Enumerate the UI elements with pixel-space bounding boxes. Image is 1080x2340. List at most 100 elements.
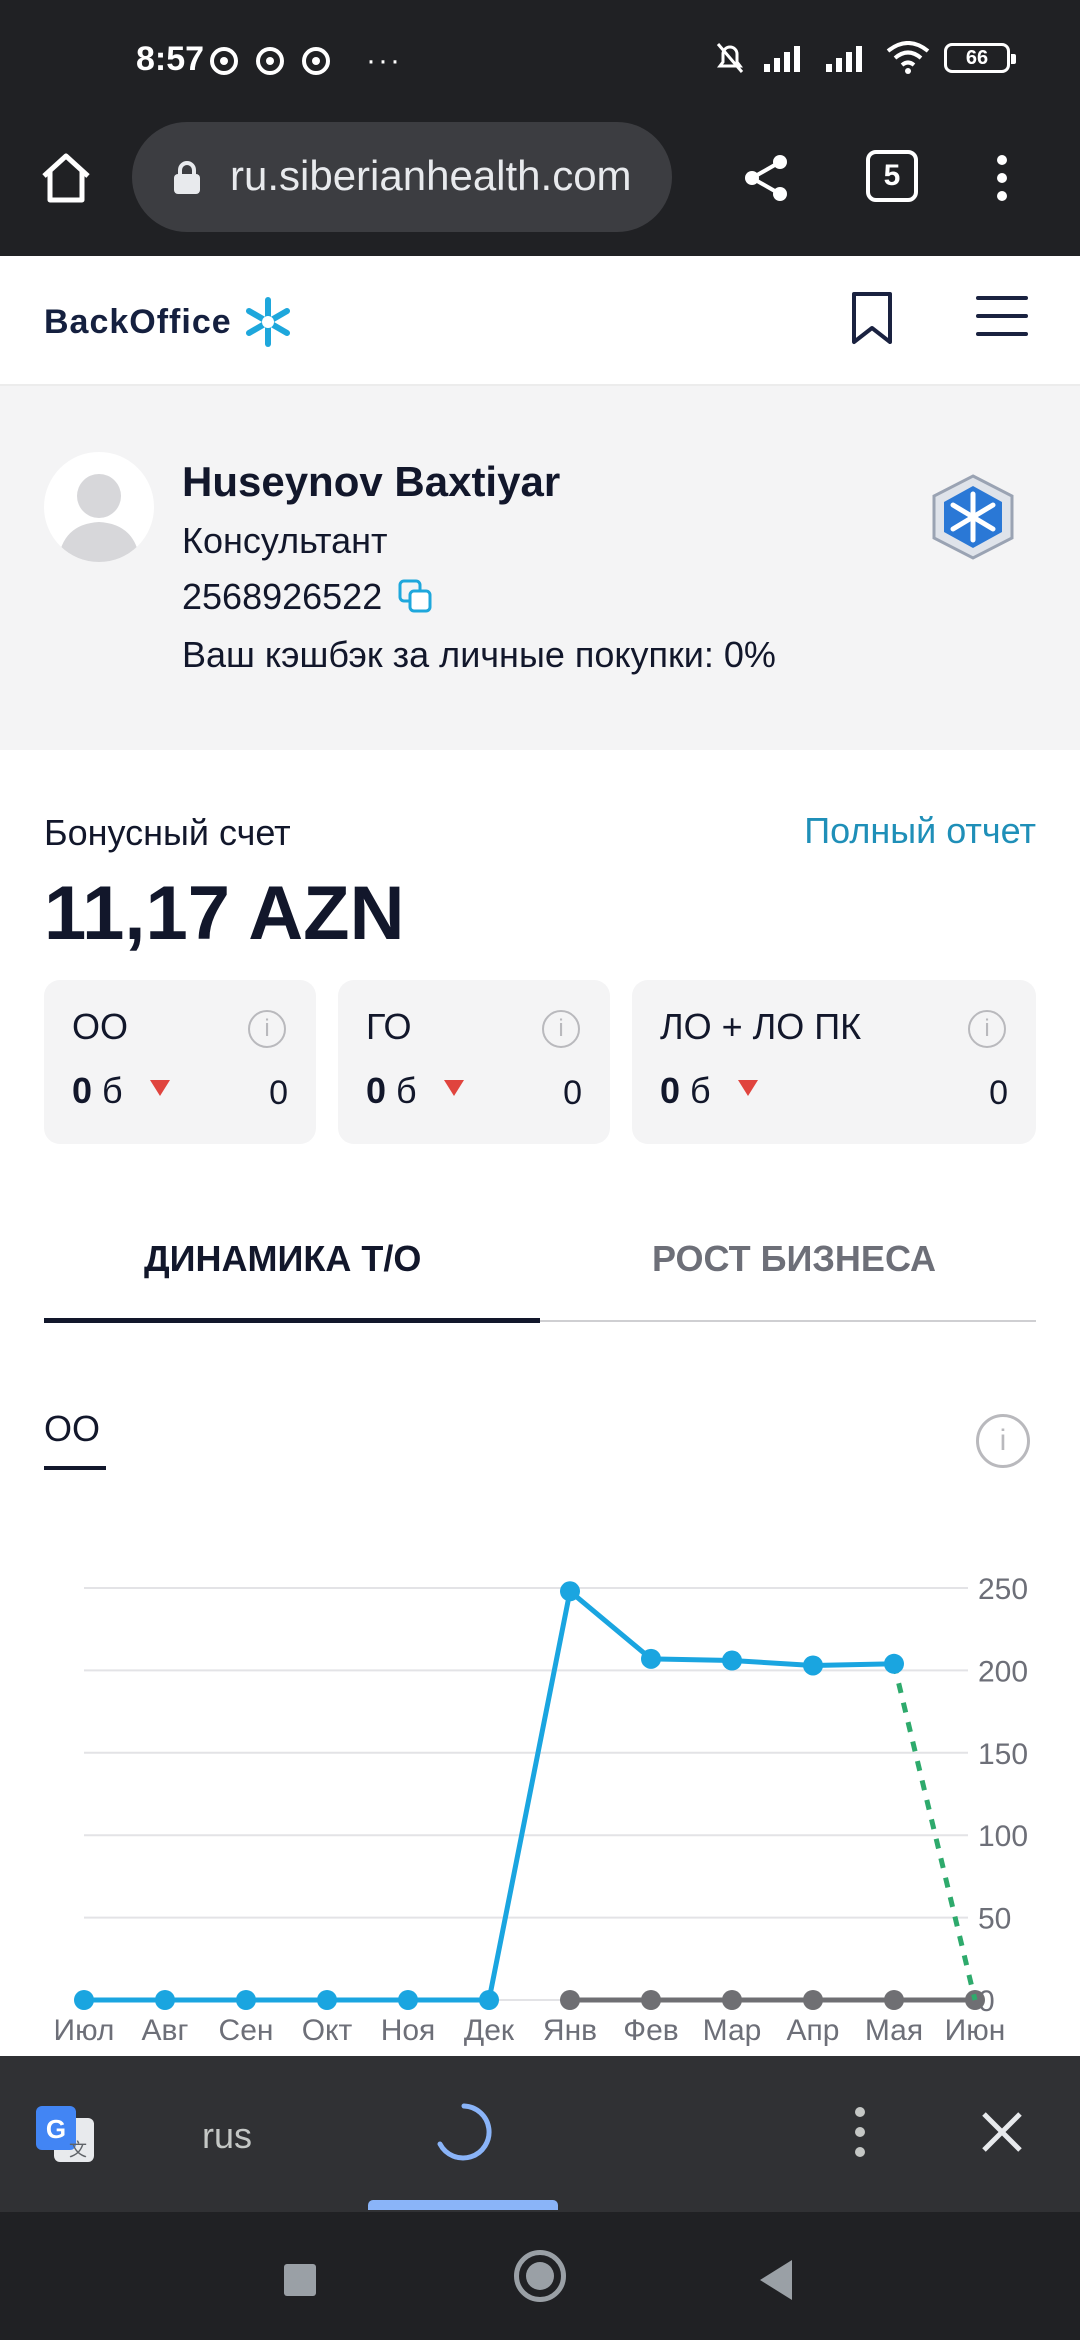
chrome-icon — [210, 47, 238, 75]
y-tick-label: 150 — [978, 1738, 1028, 1771]
card-go[interactable]: ГО i 0 б 0 — [338, 980, 610, 1144]
share-icon[interactable] — [740, 152, 792, 204]
battery-icon: 66 — [944, 43, 1016, 73]
card-title: ЛО + ЛО ПК — [660, 1006, 862, 1047]
card-title: ГО — [366, 1006, 412, 1047]
info-icon[interactable]: i — [542, 1010, 580, 1048]
copy-icon[interactable] — [396, 577, 436, 617]
card-value: 0 б — [72, 1070, 123, 1111]
snowflake-logo-icon — [245, 297, 290, 347]
home-button[interactable] — [514, 2250, 566, 2302]
x-tick-label: Окт — [302, 2014, 353, 2047]
full-report-link[interactable]: Полный отчет — [804, 810, 1036, 852]
site-header: BackOffice — [0, 256, 1080, 386]
x-tick-label: Авг — [142, 2014, 189, 2047]
more-vert-icon[interactable] — [994, 154, 1010, 202]
data-point-oo — [74, 1990, 94, 2010]
data-point-oo — [884, 1653, 904, 1674]
trend-down-icon — [444, 1080, 464, 1096]
back-button[interactable] — [760, 2260, 792, 2300]
backoffice-logo[interactable]: BackOffice — [44, 296, 294, 348]
x-tick-label: Дек — [464, 2014, 515, 2047]
chart-info-icon[interactable]: i — [976, 1414, 1030, 1468]
active-tab-indicator — [44, 1318, 540, 1323]
google-translate-icon[interactable]: G 文 — [34, 2102, 98, 2166]
x-tick-label: Мар — [703, 2014, 762, 2047]
status-bar: 8:57 ··· 66 — [0, 0, 1080, 120]
browser-toolbar: ru.siberianhealth.com 5 — [0, 120, 1080, 256]
lock-icon — [174, 161, 200, 194]
chart-subtab-oo[interactable]: ОО — [44, 1408, 100, 1450]
y-tick-label: 100 — [978, 1820, 1028, 1853]
more-notifications-icon: ··· — [366, 44, 402, 77]
card-right-value: 0 — [563, 1074, 582, 1112]
data-point-oo — [560, 1581, 580, 1602]
wifi-icon — [886, 41, 930, 74]
data-point-baseline — [560, 1990, 580, 2010]
avatar — [44, 452, 154, 562]
info-icon[interactable]: i — [248, 1010, 286, 1048]
notification-icons: ··· — [210, 44, 402, 78]
hamburger-menu-icon[interactable] — [976, 296, 1028, 350]
recents-button[interactable] — [284, 2264, 316, 2296]
data-point-baseline — [803, 1990, 823, 2010]
rank-badge-icon — [932, 474, 1014, 560]
card-value: 0 б — [660, 1070, 711, 1111]
home-icon[interactable] — [36, 148, 96, 208]
translate-bar: G 文 rus — [0, 2056, 1080, 2212]
close-icon[interactable] — [978, 2108, 1026, 2156]
signal-icon — [826, 46, 862, 72]
card-oo[interactable]: ОО i 0 б 0 — [44, 980, 316, 1144]
x-tick-label: Ноя — [381, 2014, 436, 2047]
system-navigation-bar — [0, 2212, 1080, 2340]
x-tick-label: Июл — [54, 2014, 115, 2047]
profile-role: Консультант — [182, 520, 388, 561]
tab-switcher-button[interactable]: 5 — [866, 150, 918, 202]
cashback-text: Ваш кэшбэк за личные покупки: 0% — [182, 634, 776, 675]
translate-progress-indicator — [368, 2200, 558, 2210]
bonus-value: 11,17 AZN — [44, 871, 405, 956]
bookmark-icon[interactable] — [850, 290, 894, 346]
url-text: ru.siberianhealth.com — [230, 152, 632, 199]
info-icon[interactable]: i — [968, 1010, 1006, 1048]
x-tick-label: Июн — [945, 2014, 1006, 2047]
trend-down-icon — [150, 1080, 170, 1096]
data-point-oo — [398, 1990, 418, 2010]
data-point-oo — [722, 1650, 742, 1671]
data-point-baseline — [722, 1990, 742, 2010]
data-point-oo — [641, 1648, 661, 1669]
more-vert-icon[interactable] — [852, 2106, 868, 2158]
profile-name: Huseynov Baxtiyar — [182, 458, 561, 505]
subtab-indicator — [44, 1466, 106, 1470]
data-point-oo — [803, 1655, 823, 1676]
data-point-oo — [236, 1990, 256, 2010]
x-tick-label: Фев — [623, 2014, 678, 2047]
x-tick-label: Мая — [865, 2014, 923, 2047]
profile-id-value: 2568926522 — [182, 576, 383, 617]
y-tick-label: 200 — [978, 1655, 1028, 1688]
data-point-baseline — [884, 1990, 904, 2010]
profile-id: 2568926522 — [182, 576, 436, 618]
translate-language[interactable]: rus — [202, 2115, 252, 2157]
points-cards: ОО i 0 б 0 ГО i 0 б 0 ЛО + ЛО ПК i 0 б 0 — [44, 980, 1036, 1144]
x-tick-label: Янв — [543, 2014, 597, 2047]
status-time: 8:57 — [136, 40, 205, 78]
logo-text: BackOffice — [44, 302, 232, 341]
card-title: ОО — [72, 1006, 129, 1047]
tab-business-growth[interactable]: РОСТ БИЗНЕСА — [652, 1238, 936, 1280]
tab-dynamics[interactable]: ДИНАМИКА Т/О — [144, 1238, 421, 1280]
card-lo[interactable]: ЛО + ЛО ПК i 0 б 0 — [632, 980, 1036, 1144]
projection-line — [891, 1663, 978, 2001]
data-point-baseline — [641, 1990, 661, 2010]
svg-text:G: G — [46, 2114, 66, 2144]
x-tick-label: Апр — [787, 2014, 840, 2047]
user-silhouette-icon — [58, 474, 140, 562]
data-point-oo — [155, 1990, 175, 2010]
data-point-oo — [479, 1990, 499, 2010]
series-line-oo — [84, 1588, 895, 2003]
system-status-icons: 66 — [712, 40, 1016, 76]
y-tick-label: 50 — [978, 1903, 1011, 1936]
svg-text:文: 文 — [69, 2140, 87, 2161]
x-tick-label: Сен — [219, 2014, 274, 2047]
address-bar[interactable]: ru.siberianhealth.com — [132, 122, 672, 232]
